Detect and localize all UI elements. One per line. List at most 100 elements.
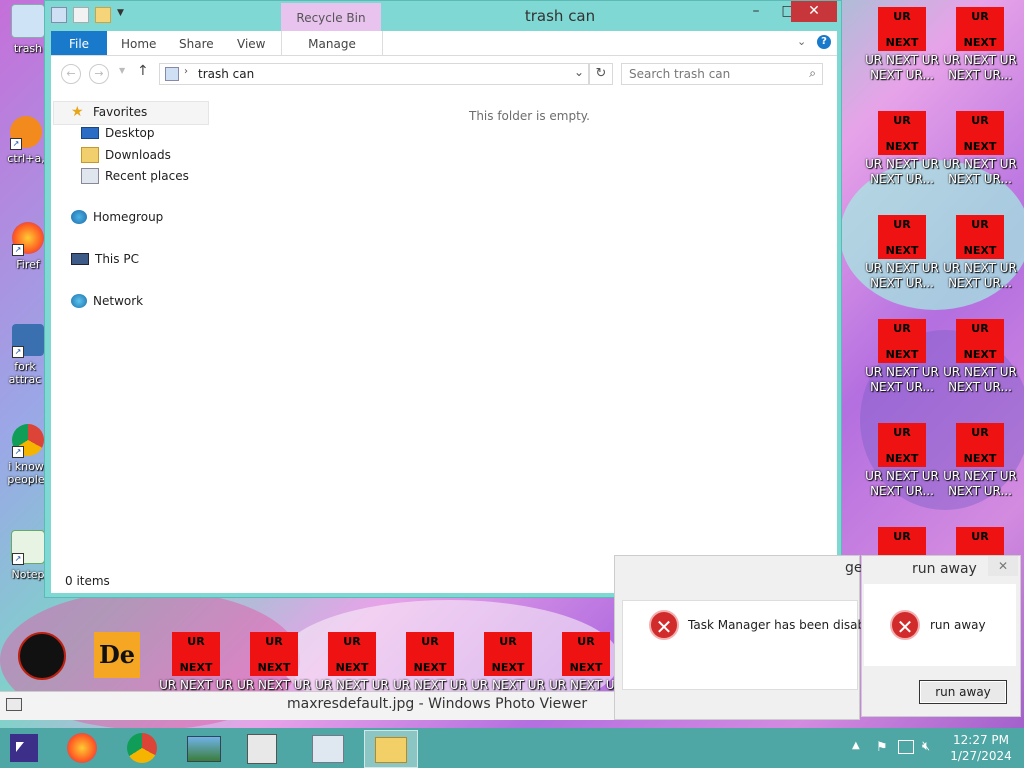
shortcut-arrow-icon: ↗ bbox=[12, 244, 24, 256]
up-button[interactable]: ↑ bbox=[137, 63, 149, 79]
show-hidden-icons-icon[interactable]: ▲ bbox=[852, 740, 860, 751]
content-area: ★ Favorites Desktop Downloads Recent pla… bbox=[51, 92, 837, 568]
tile-bottom-text: NEXT bbox=[885, 452, 919, 465]
clock[interactable]: 12:27 PM 1/27/2024 bbox=[944, 732, 1018, 764]
nav-label: Network bbox=[93, 294, 144, 308]
tile-bottom-text: NEXT bbox=[963, 348, 997, 361]
tile-top-text: UR bbox=[343, 635, 361, 648]
item-count: 0 items bbox=[65, 574, 110, 588]
chevron-down-icon[interactable]: ▼ bbox=[117, 8, 127, 22]
taskbar-firefox[interactable] bbox=[56, 730, 108, 766]
ur-next-desktop-icon[interactable]: UR NEXT UR NEXT URNEXT UR... bbox=[864, 215, 940, 291]
tile-caption: UR NEXT URNEXT UR... bbox=[942, 261, 1018, 291]
run-away-button[interactable]: run away bbox=[919, 680, 1007, 704]
taskbar-file-explorer[interactable] bbox=[364, 730, 418, 768]
expand-ribbon-icon[interactable]: ⌄ bbox=[797, 35, 806, 48]
taskbar-task-manager[interactable] bbox=[302, 730, 354, 766]
nav-network[interactable]: Network bbox=[71, 294, 143, 308]
downloads-folder-icon bbox=[81, 147, 99, 163]
forward-button[interactable]: → bbox=[89, 64, 109, 84]
window-title: trash can bbox=[524, 7, 596, 25]
run-away-dialog[interactable]: run away ✕ ✕ run away run away bbox=[861, 555, 1021, 717]
ur-next-image: UR NEXT bbox=[956, 111, 1004, 155]
tab-manage[interactable]: Manage bbox=[281, 31, 383, 55]
refresh-button[interactable]: ↻ bbox=[589, 63, 613, 85]
tab-view[interactable]: View bbox=[237, 31, 265, 55]
tab-file[interactable]: File bbox=[51, 31, 107, 55]
address-dropdown-icon[interactable]: ⌄ bbox=[574, 65, 584, 79]
tile-caption-line: UR NEXT UR bbox=[943, 53, 1017, 67]
back-button[interactable]: ← bbox=[61, 64, 81, 84]
close-button[interactable]: ✕ bbox=[988, 556, 1018, 576]
network-tray-icon[interactable] bbox=[898, 740, 914, 754]
nav-label: Downloads bbox=[105, 148, 171, 162]
ur-next-image: UR NEXT bbox=[484, 632, 532, 676]
tile-caption-line: NEXT UR... bbox=[948, 484, 1012, 498]
taskbar-photo-viewer[interactable] bbox=[178, 730, 230, 766]
title-bar[interactable]: ▼ Recycle Bin Tools trash can – □ ✕ bbox=[45, 1, 841, 55]
recycle-bin-small-icon bbox=[165, 67, 179, 81]
tab-share[interactable]: Share bbox=[179, 31, 214, 55]
action-center-flag-icon[interactable]: ⚑ bbox=[876, 740, 888, 755]
tile-top-text: UR bbox=[893, 322, 911, 335]
desktop-icon-dark-logo[interactable] bbox=[18, 632, 66, 680]
context-tab-recycle-bin-tools: Recycle Bin Tools bbox=[281, 3, 381, 55]
recent-locations-icon[interactable]: ▼ bbox=[119, 66, 125, 75]
desktop-icon-label: i know people bbox=[7, 460, 45, 486]
help-icon[interactable]: ? bbox=[817, 35, 831, 49]
ur-next-desktop-icon[interactable]: UR NEXT UR NEXT URNEXT UR... bbox=[942, 215, 1018, 291]
ur-next-desktop-icon[interactable]: UR NEXT UR NEXT URNEXT UR... bbox=[942, 7, 1018, 83]
ur-next-image: UR NEXT bbox=[562, 632, 610, 676]
ur-next-desktop-icon[interactable]: UR NEXT UR NEXT URNEXT UR... bbox=[864, 319, 940, 395]
tab-home[interactable]: Home bbox=[121, 31, 156, 55]
taskbar-chrome[interactable] bbox=[116, 730, 168, 766]
tile-caption: UR NEXT URNEXT UR... bbox=[864, 261, 940, 291]
desktop-icon-ctrl-a[interactable]: ↗ ctrl+a, bbox=[4, 116, 48, 165]
photo-viewer-icon bbox=[6, 698, 22, 711]
ur-next-image: UR NEXT bbox=[878, 423, 926, 467]
nav-homegroup[interactable]: Homegroup bbox=[71, 210, 163, 224]
minimize-button[interactable]: – bbox=[741, 1, 771, 22]
close-button[interactable]: ✕ bbox=[791, 1, 837, 22]
tile-caption: UR NEXT URNEXT UR... bbox=[864, 365, 940, 395]
tile-bottom-text: NEXT bbox=[569, 661, 603, 674]
chevron-right-icon[interactable]: › bbox=[184, 66, 188, 77]
dialog-body: ✕ run away bbox=[864, 584, 1016, 666]
tile-caption: UR NEXT URNEXT UR... bbox=[864, 469, 940, 499]
ribbon-tabs: File Home Share View Manage ⌄ ? bbox=[51, 31, 837, 56]
taskbar-document[interactable] bbox=[236, 730, 288, 766]
nav-this-pc[interactable]: This PC bbox=[71, 252, 139, 266]
nav-recent-places[interactable]: Recent places bbox=[81, 168, 189, 184]
ur-next-desktop-icon[interactable]: UR NEXT UR NEXT URNEXT UR... bbox=[864, 111, 940, 187]
nav-favorites[interactable]: ★ Favorites bbox=[71, 105, 147, 119]
explorer-window[interactable]: ▼ Recycle Bin Tools trash can – □ ✕ File… bbox=[44, 0, 842, 598]
star-icon: ★ bbox=[71, 104, 84, 120]
recent-places-icon bbox=[81, 168, 99, 184]
tile-bottom-text: NEXT bbox=[885, 36, 919, 49]
ur-next-image: UR NEXT bbox=[406, 632, 454, 676]
ur-next-desktop-icon[interactable]: UR NEXT UR NEXT URNEXT UR... bbox=[942, 423, 1018, 499]
start-button[interactable] bbox=[10, 734, 38, 762]
photo-viewer-title: maxresdefault.jpg - Windows Photo Viewer bbox=[287, 696, 588, 712]
properties-icon[interactable] bbox=[73, 7, 89, 23]
search-box[interactable]: Search trash can ⌕ bbox=[621, 63, 823, 85]
volume-muted-icon[interactable]: 🔇︎ bbox=[922, 739, 930, 754]
search-input[interactable]: Search trash can bbox=[629, 67, 730, 81]
new-folder-icon[interactable] bbox=[95, 7, 111, 23]
dialog-message: run away bbox=[930, 618, 986, 632]
ur-next-desktop-icon[interactable]: UR NEXT UR NEXT URNEXT UR... bbox=[864, 7, 940, 83]
desktop-icon-de-logo[interactable]: De bbox=[94, 632, 140, 678]
tile-bottom-text: NEXT bbox=[963, 36, 997, 49]
nav-downloads[interactable]: Downloads bbox=[81, 147, 171, 163]
address-bar[interactable]: › trash can ⌄ bbox=[159, 63, 589, 85]
tile-bottom-text: NEXT bbox=[885, 244, 919, 257]
ur-next-desktop-icon[interactable]: UR NEXT UR NEXT URNEXT UR... bbox=[864, 423, 940, 499]
ur-next-desktop-icon[interactable]: UR NEXT UR NEXT URNEXT UR... bbox=[942, 111, 1018, 187]
ur-next-image: UR NEXT bbox=[878, 7, 926, 51]
tile-top-text: UR bbox=[577, 635, 595, 648]
recycle-bin-icon bbox=[51, 7, 67, 23]
nav-desktop[interactable]: Desktop bbox=[81, 126, 155, 140]
photo-viewer-window[interactable]: maxresdefault.jpg - Windows Photo Viewer bbox=[0, 691, 614, 720]
ur-next-desktop-icon[interactable]: UR NEXT UR NEXT URNEXT UR... bbox=[942, 319, 1018, 395]
nav-label: Desktop bbox=[105, 126, 155, 140]
